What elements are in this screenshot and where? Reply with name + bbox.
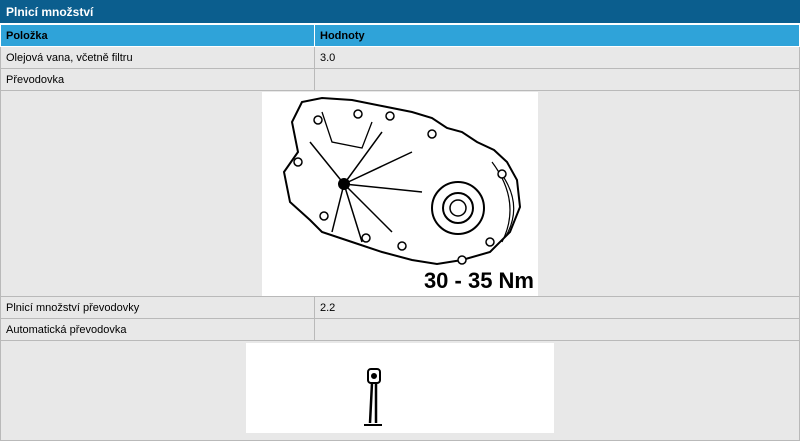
value-cell: 2.2 <box>314 296 800 319</box>
value-cell <box>314 318 800 341</box>
automatic-transmission-diagram <box>246 343 554 433</box>
table-header-row: Položka Hodnoty <box>0 24 800 47</box>
value-cell <box>314 68 800 91</box>
transmission-diagram: 30 - 35 Nm <box>262 92 538 296</box>
gearbox-illustration <box>282 96 522 266</box>
fill-quantity-table: Položka Hodnoty Olejová vana, včetně fil… <box>0 24 800 441</box>
torque-label: 30 - 35 Nm <box>423 268 534 293</box>
image-row <box>0 340 800 441</box>
table-row: Plnicí množství převodovky 2.2 <box>0 296 800 319</box>
section-title: Plnicí množství <box>0 0 800 24</box>
item-cell: Převodovka <box>0 68 315 91</box>
table-row: Automatická převodovka <box>0 318 800 341</box>
table-row: Olejová vana, včetně filtru 3.0 <box>0 46 800 69</box>
item-cell: Olejová vana, včetně filtru <box>0 46 315 69</box>
column-header-value: Hodnoty <box>314 24 800 47</box>
value-cell: 3.0 <box>314 46 800 69</box>
dipstick-illustration <box>364 368 382 426</box>
table-row: Převodovka <box>0 68 800 91</box>
image-row: 30 - 35 Nm <box>0 90 800 297</box>
item-cell: Plnicí množství převodovky <box>0 296 315 319</box>
column-header-item: Položka <box>0 24 315 47</box>
item-cell: Automatická převodovka <box>0 318 315 341</box>
